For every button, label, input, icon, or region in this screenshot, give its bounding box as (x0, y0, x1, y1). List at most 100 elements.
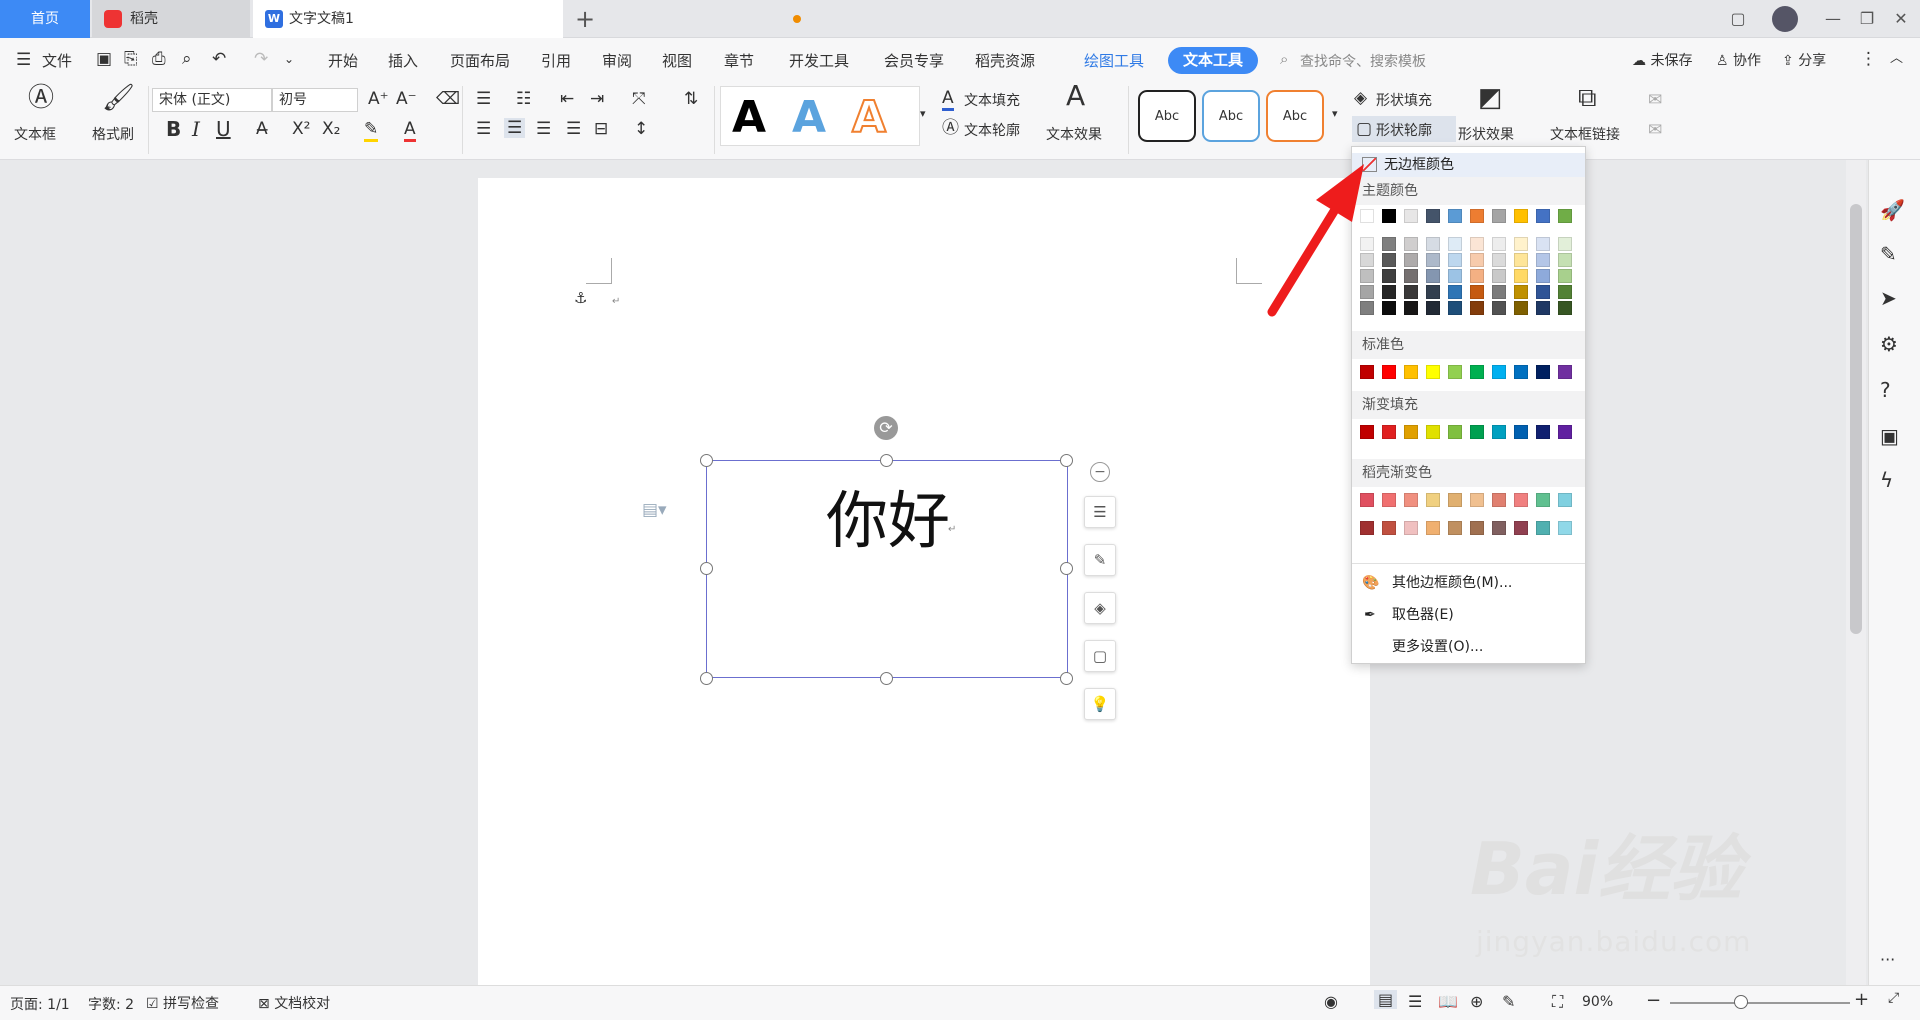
line-spacing-icon[interactable]: ↕ (634, 119, 648, 139)
theme-shade-swatch[interactable] (1514, 253, 1528, 267)
export-icon[interactable]: ⎘ (124, 49, 138, 69)
theme-shade-swatch[interactable] (1360, 285, 1374, 299)
theme-shade-swatch[interactable] (1558, 253, 1572, 267)
align-left-icon[interactable]: ☰ (476, 119, 491, 139)
theme-color-swatch[interactable] (1514, 209, 1528, 223)
theme-shade-swatch[interactable] (1426, 269, 1440, 283)
theme-color-swatch[interactable] (1448, 209, 1462, 223)
theme-shade-swatch[interactable] (1404, 301, 1418, 315)
theme-shade-swatch[interactable] (1514, 269, 1528, 283)
shape-style-black[interactable]: Abc (1138, 90, 1196, 142)
strikethrough-icon[interactable]: A̶ (256, 119, 268, 139)
preview-icon[interactable]: ⌕ (182, 49, 192, 69)
menu-review[interactable]: 审阅 (602, 50, 632, 71)
theme-shade-swatch[interactable] (1536, 237, 1550, 251)
theme-shade-swatch[interactable] (1492, 285, 1506, 299)
align-center-icon[interactable]: ☰ (504, 118, 526, 138)
daoke-gradient-swatch[interactable] (1404, 521, 1418, 535)
textbox-button[interactable]: 文本框 (14, 124, 56, 144)
menu-start[interactable]: 开始 (328, 50, 358, 71)
tab-document[interactable]: W 文字文稿1 (253, 0, 801, 38)
redo-icon[interactable]: ↷ (254, 49, 268, 69)
theme-shade-swatch[interactable] (1360, 253, 1374, 267)
daoke-gradient-swatch[interactable] (1492, 493, 1506, 507)
scrollbar-thumb[interactable] (1850, 204, 1862, 634)
wordart-style-blue[interactable]: A (792, 92, 826, 143)
comment-icon[interactable]: ✉ (1648, 90, 1662, 110)
resize-handle[interactable] (880, 454, 893, 467)
theme-color-swatch[interactable] (1404, 209, 1418, 223)
lightning-icon[interactable]: ϟ (1880, 468, 1893, 492)
zoom-out-icon[interactable]: − (1646, 990, 1661, 1011)
rocket-icon[interactable]: 🚀 (1880, 198, 1905, 222)
menu-developer[interactable]: 开发工具 (789, 50, 849, 71)
cursor-icon[interactable]: ➤ (1880, 286, 1897, 310)
zoom-slider-thumb[interactable] (1734, 995, 1748, 1009)
theme-color-swatch[interactable] (1536, 209, 1550, 223)
theme-shade-swatch[interactable] (1448, 269, 1462, 283)
theme-shade-swatch[interactable] (1514, 301, 1528, 315)
theme-shade-swatch[interactable] (1492, 301, 1506, 315)
doc-proof-button[interactable]: ⊠ 文档校对 (258, 993, 330, 1013)
other-border-color-item[interactable]: 🎨 其他边框颜色(M)... (1352, 571, 1585, 595)
daoke-gradient-swatch[interactable] (1558, 521, 1572, 535)
gradient-swatch[interactable] (1558, 425, 1572, 439)
float-idea-icon[interactable]: 💡 (1084, 688, 1116, 720)
standard-color-swatch[interactable] (1360, 365, 1374, 379)
comment-alt-icon[interactable]: ✉ (1648, 120, 1662, 140)
textbox-icon[interactable]: Ⓐ (28, 85, 54, 111)
unsaved-status[interactable]: ☁ 未保存 (1632, 50, 1692, 70)
standard-color-swatch[interactable] (1558, 365, 1572, 379)
collapse-toolbar-icon[interactable]: − (1090, 462, 1110, 482)
resize-handle[interactable] (700, 562, 713, 575)
collapse-ribbon-icon[interactable]: ︿ (1890, 49, 1903, 69)
fit-page-icon[interactable]: ⛶ (1552, 992, 1563, 1012)
theme-shade-swatch[interactable] (1470, 269, 1484, 283)
rotate-handle-icon[interactable]: ⟳ (874, 416, 898, 440)
theme-shade-swatch[interactable] (1382, 285, 1396, 299)
text-fill-icon[interactable]: A (942, 88, 954, 111)
theme-shade-swatch[interactable] (1558, 237, 1572, 251)
theme-shade-swatch[interactable] (1426, 285, 1440, 299)
pen-view-icon[interactable]: ✎ (1502, 992, 1515, 1011)
avatar[interactable] (1770, 0, 1800, 38)
standard-color-swatch[interactable] (1470, 365, 1484, 379)
decrease-indent-icon[interactable]: ⇤ (560, 89, 574, 109)
eye-icon[interactable]: ◉ (1324, 992, 1338, 1011)
spell-check-toggle[interactable]: ☑ 拼写检查 (146, 993, 219, 1013)
gallery-more-icon[interactable]: ▾ (920, 104, 926, 124)
gradient-swatch[interactable] (1360, 425, 1374, 439)
standard-color-swatch[interactable] (1404, 365, 1418, 379)
theme-color-swatch[interactable] (1426, 209, 1440, 223)
daoke-gradient-swatch[interactable] (1426, 493, 1440, 507)
menu-view[interactable]: 视图 (662, 50, 692, 71)
read-view-icon[interactable]: 📖 (1438, 992, 1458, 1011)
resize-handle[interactable] (880, 672, 893, 685)
theme-shade-swatch[interactable] (1470, 301, 1484, 315)
outline-view-icon[interactable]: ☰ (1408, 992, 1422, 1011)
tab-home[interactable]: 首页 (0, 0, 90, 38)
highlight-icon[interactable]: ✎ (364, 119, 379, 142)
help-icon[interactable]: ? (1880, 378, 1891, 402)
standard-color-swatch[interactable] (1536, 365, 1550, 379)
theme-shade-swatch[interactable] (1492, 237, 1506, 251)
text-outline-button[interactable]: 文本轮廓 (964, 120, 1020, 140)
zoom-slider[interactable] (1670, 1002, 1850, 1004)
shape-fill-button[interactable]: 形状填充 (1376, 90, 1432, 110)
shrink-font-icon[interactable]: A⁻ (396, 89, 417, 109)
theme-shade-swatch[interactable] (1470, 285, 1484, 299)
theme-shade-swatch[interactable] (1426, 237, 1440, 251)
tab-daoke[interactable]: 稻壳 (92, 0, 250, 38)
format-painter-button[interactable]: 格式刷 (92, 124, 134, 144)
text-outline-icon[interactable]: Ⓐ (942, 118, 959, 138)
edit-icon[interactable]: ✎ (1880, 242, 1897, 266)
web-view-icon[interactable]: ⊕ (1470, 992, 1483, 1011)
undo-icon[interactable]: ↶ (212, 49, 226, 69)
theme-shade-swatch[interactable] (1514, 237, 1528, 251)
shape-gallery-more-icon[interactable]: ▾ (1332, 104, 1338, 124)
gradient-swatch[interactable] (1470, 425, 1484, 439)
no-border-color-item[interactable]: 无边框颜色 (1352, 153, 1585, 177)
theme-shade-swatch[interactable] (1448, 301, 1462, 315)
restore-icon[interactable]: ❐ (1852, 0, 1882, 38)
text-effect-button[interactable]: 文本效果 (1046, 124, 1102, 144)
